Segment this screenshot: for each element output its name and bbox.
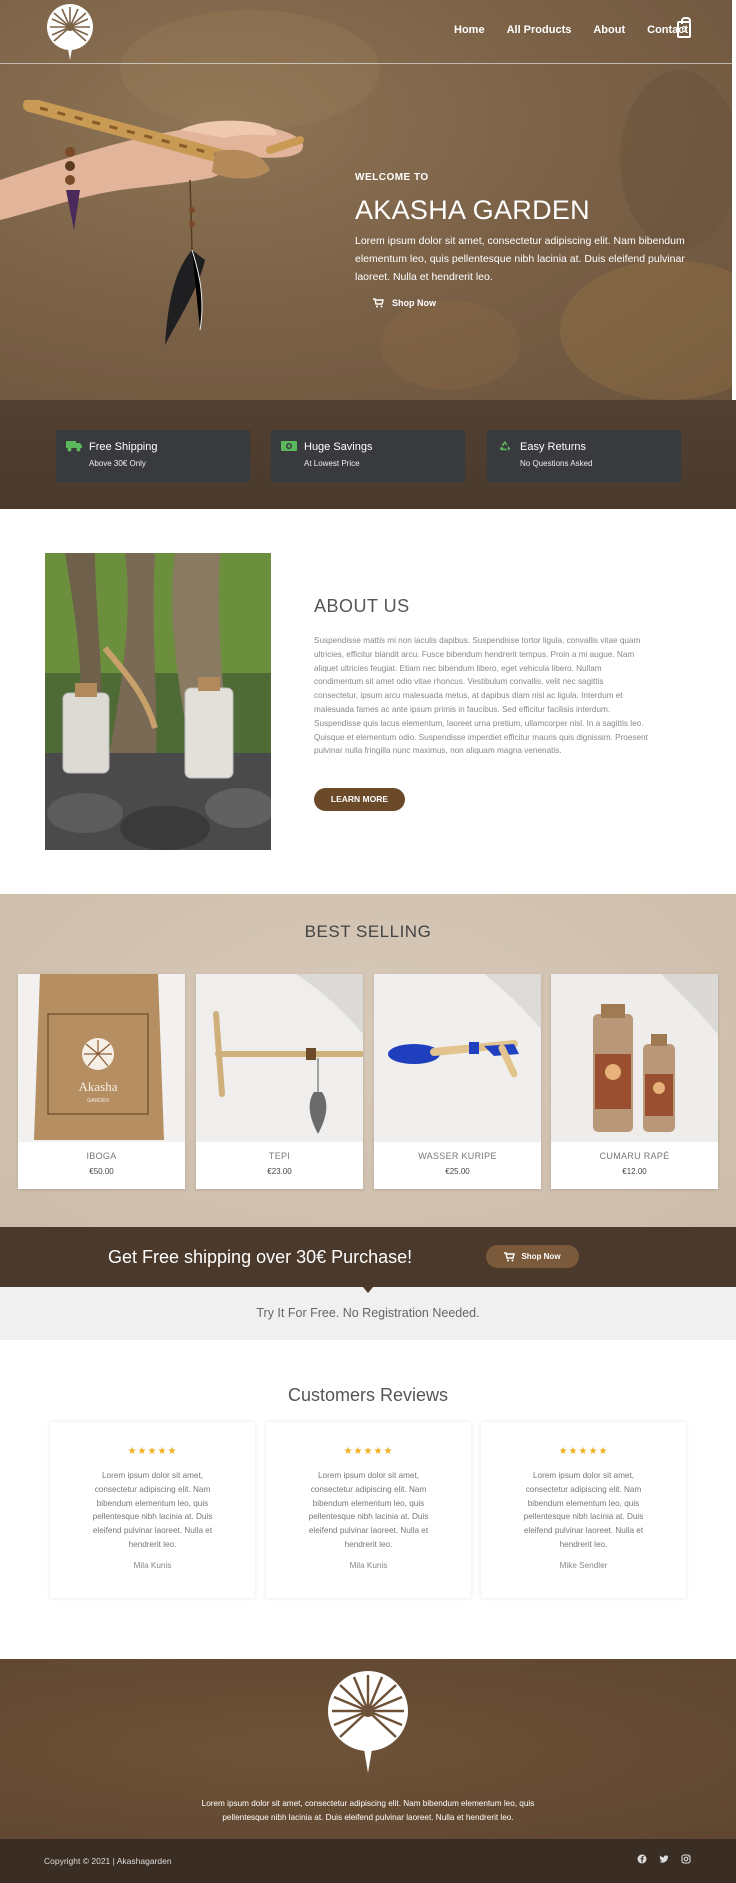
product-image-wasser-kuripe: [374, 974, 541, 1142]
product-image-cumaru-rape: [551, 974, 718, 1142]
social-links: [636, 1854, 692, 1866]
package-brand-label: Akasha: [79, 1079, 118, 1094]
feature-title: Huge Savings: [304, 441, 373, 453]
nav-home[interactable]: Home: [454, 24, 485, 36]
best-selling-section: BEST SELLING Akasha GARDEN IBOGA €50.00 …: [0, 894, 736, 1227]
twitter-icon[interactable]: [658, 1854, 670, 1866]
feature-subtitle: No Questions Asked: [520, 459, 593, 468]
nav-all-products[interactable]: All Products: [507, 24, 572, 36]
reviewer-name: Mila Kunis: [349, 1561, 388, 1570]
instagram-icon[interactable]: [680, 1854, 692, 1866]
cart-icon: [373, 298, 384, 308]
product-card-iboga[interactable]: Akasha GARDEN IBOGA €50.00: [18, 974, 185, 1189]
package-brand-sublabel: GARDEN: [87, 1098, 109, 1104]
star-rating-icon: ★★★★★: [558, 1446, 609, 1457]
feature-free-shipping: Free Shipping Above 30€ Only: [56, 430, 250, 482]
product-price: €23.00: [267, 1167, 292, 1176]
copyright-text: Copyright © 2021 | Akashagarden: [44, 1856, 172, 1866]
feature-title: Easy Returns: [520, 441, 587, 453]
reviews-title: Customers Reviews: [287, 1385, 449, 1405]
footer-logo: [328, 1671, 408, 1773]
star-rating-icon: ★★★★★: [343, 1446, 394, 1457]
product-card-cumaru-rape[interactable]: CUMARU RAPÉ €12.00: [551, 974, 718, 1189]
promo-shop-now-label: Shop Now: [521, 1252, 561, 1261]
promo-banner: Get Free shipping over 30€ Purchase! Sho…: [0, 1227, 736, 1287]
product-image-tepi: [196, 974, 363, 1142]
product-price: €25.00: [445, 1167, 470, 1176]
truck-icon: [66, 441, 82, 452]
feature-subtitle: Above 30€ Only: [89, 459, 146, 468]
features-bar: Free Shipping Above 30€ Only Huge Saving…: [0, 400, 736, 509]
review-text: Lorem ipsum dolor sit amet, consectetur …: [92, 1471, 213, 1549]
best-selling-title: BEST SELLING: [304, 922, 432, 941]
product-card-tepi[interactable]: TEPI €23.00: [196, 974, 363, 1189]
about-image: [45, 553, 271, 850]
promo-text: Get Free shipping over 30€ Purchase!: [108, 1247, 413, 1267]
hero-welcome: WELCOME TO: [355, 172, 429, 183]
promo-arrow: [363, 1287, 373, 1293]
product-name[interactable]: CUMARU RAPÉ: [551, 1151, 718, 1161]
feature-huge-savings: Huge Savings At Lowest Price: [271, 430, 465, 482]
feature-subtitle: At Lowest Price: [304, 459, 360, 468]
product-image-iboga: Akasha GARDEN: [18, 974, 185, 1142]
review-card: ★★★★★ Lorem ipsum dolor sit amet, consec…: [50, 1422, 255, 1598]
site-logo[interactable]: [44, 3, 96, 61]
hero-shop-now-label: Shop Now: [392, 298, 436, 308]
review-text: Lorem ipsum dolor sit amet, consectetur …: [308, 1471, 429, 1549]
product-price: €12.00: [622, 1167, 647, 1176]
product-price: €50.00: [89, 1167, 114, 1176]
feature-easy-returns: Easy Returns No Questions Asked: [487, 430, 681, 482]
reviewer-name: Mila Kunis: [133, 1561, 172, 1570]
money-icon: [281, 441, 297, 451]
learn-more-button[interactable]: LEARN MORE: [314, 788, 405, 811]
bottom-bar: Copyright © 2021 | Akashagarden: [0, 1839, 736, 1883]
product-name[interactable]: IBOGA: [18, 1151, 185, 1161]
feature-title: Free Shipping: [89, 441, 158, 453]
facebook-icon[interactable]: [636, 1854, 648, 1866]
top-navigation: Home All Products About Contact 0: [0, 0, 736, 64]
product-card-wasser-kuripe[interactable]: WASSER KURIPE €25.00: [374, 974, 541, 1189]
about-text: Suspendisse mattis mi non iaculis dapibu…: [314, 636, 648, 756]
product-name[interactable]: TEPI: [196, 1151, 363, 1161]
reviewer-name: Mike Sendler: [559, 1561, 608, 1570]
footer: Lorem ipsum dolor sit amet, consectetur …: [0, 1659, 736, 1839]
cart-icon[interactable]: 0: [677, 17, 691, 38]
hero-shop-now-button[interactable]: Shop Now: [373, 298, 436, 308]
review-card: ★★★★★ Lorem ipsum dolor sit amet, consec…: [266, 1422, 471, 1598]
hero-text-block: WELCOME TO AKASHA GARDEN Lorem ipsum dol…: [355, 172, 685, 313]
hero-section: Home All Products About Contact 0 WELCOM…: [0, 0, 736, 400]
hero-title: AKASHA GARDEN: [355, 195, 590, 225]
star-rating-icon: ★★★★★: [127, 1446, 178, 1457]
review-text: Lorem ipsum dolor sit amet, consectetur …: [523, 1471, 644, 1549]
nav-about[interactable]: About: [593, 24, 625, 36]
about-title: ABOUT US: [314, 596, 410, 616]
promo-shop-now-button[interactable]: Shop Now: [486, 1245, 579, 1268]
hero-description: Lorem ipsum dolor sit amet, consectetur …: [355, 235, 685, 283]
review-card: ★★★★★ Lorem ipsum dolor sit amet, consec…: [481, 1422, 686, 1598]
hero-hand-pipe-image: [0, 100, 304, 345]
cart-icon: [504, 1251, 516, 1261]
recycle-icon: [499, 440, 511, 452]
footer-text: Lorem ipsum dolor sit amet, consectetur …: [201, 1799, 535, 1822]
try-free-banner: Try It For Free. No Registration Needed.: [0, 1287, 736, 1340]
product-name[interactable]: WASSER KURIPE: [374, 1151, 541, 1161]
